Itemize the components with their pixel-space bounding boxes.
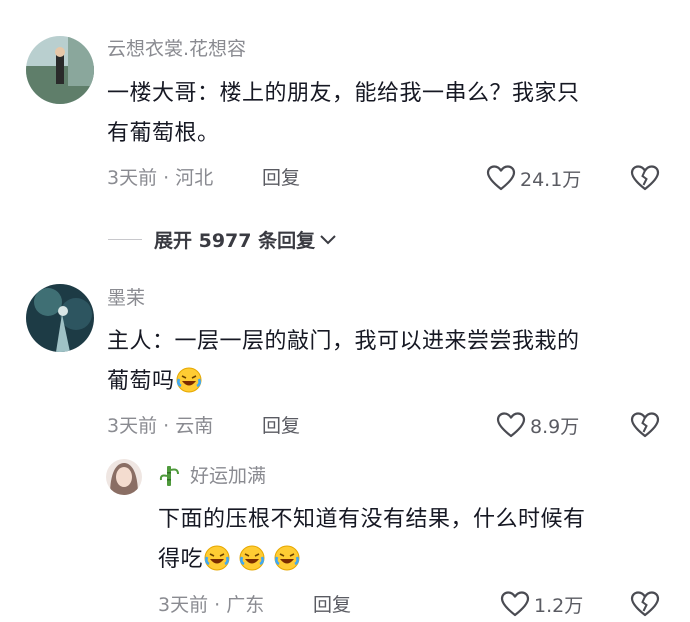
like-button[interactable]: 24.1万 xyxy=(486,164,581,192)
avatar[interactable] xyxy=(26,284,94,352)
avatar[interactable] xyxy=(106,459,142,495)
broken-heart-icon xyxy=(630,165,660,191)
avatar[interactable] xyxy=(26,36,94,104)
laughing-tears-emoji xyxy=(274,545,300,571)
comment-username[interactable]: 墨茉 xyxy=(107,287,145,309)
like-button[interactable]: 8.9万 xyxy=(496,411,579,439)
like-button[interactable]: 1.2万 xyxy=(500,590,583,618)
laughing-tears-emoji xyxy=(176,367,202,393)
reply-meta: 3天前 · 广东 xyxy=(158,594,265,616)
heart-outline-icon xyxy=(486,165,516,191)
reply-username[interactable]: 好运加满 xyxy=(190,465,266,487)
reply-button[interactable]: 回复 xyxy=(262,414,300,438)
laughing-tears-emoji xyxy=(204,545,230,571)
comment-text: 主人：一层一层的敲门，我可以进来尝尝我栽的 葡萄吗 xyxy=(107,329,580,394)
reply-text: 下面的压根不知道有没有结果，什么时候有 得吃 xyxy=(158,507,586,572)
broken-heart-icon xyxy=(630,412,660,438)
dislike-button[interactable] xyxy=(630,411,660,443)
like-count: 8.9万 xyxy=(530,415,580,438)
like-count: 1.2万 xyxy=(534,594,584,617)
broken-heart-icon xyxy=(630,591,660,617)
reply-button[interactable]: 回复 xyxy=(313,593,351,617)
user-badge-icon xyxy=(158,464,180,488)
expand-replies-button[interactable]: 展开 5977 条回复 xyxy=(108,226,338,253)
comment-username[interactable]: 云想衣裳.花想容 xyxy=(107,38,246,60)
dislike-button[interactable] xyxy=(630,590,660,622)
comment-meta: 3天前 · 云南 xyxy=(107,415,214,437)
like-count: 24.1万 xyxy=(520,168,582,191)
comment-text: 一楼大哥：楼上的朋友，能给我一串么？我家只 有葡萄根。 xyxy=(107,81,580,146)
divider xyxy=(108,239,142,240)
reply-button[interactable]: 回复 xyxy=(262,166,300,190)
laughing-tears-emoji xyxy=(239,545,265,571)
heart-outline-icon xyxy=(500,591,530,617)
dislike-button[interactable] xyxy=(630,164,660,196)
comment-meta: 3天前 · 河北 xyxy=(107,167,214,189)
chevron-down-icon xyxy=(320,234,336,244)
heart-outline-icon xyxy=(496,412,526,438)
